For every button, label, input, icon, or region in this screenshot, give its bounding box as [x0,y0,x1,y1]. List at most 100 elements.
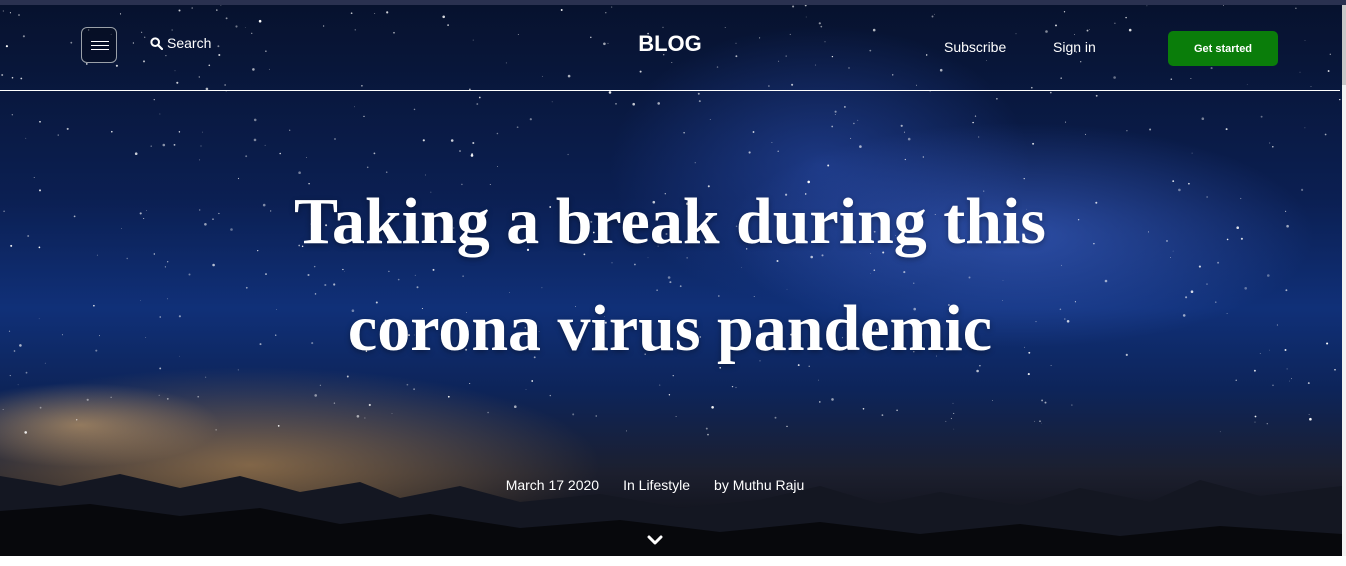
star [363,115,365,118]
star [1324,133,1327,136]
star [39,406,42,409]
star [319,384,321,386]
star [1260,115,1263,118]
star [735,386,737,389]
star [1190,290,1194,294]
star [1217,261,1220,264]
get-started-button[interactable]: Get started [1168,31,1278,66]
star [1126,129,1128,132]
star [1041,399,1044,402]
star [1334,369,1336,371]
star [632,102,635,106]
star [1172,250,1174,252]
star [1286,368,1288,370]
star [834,110,837,113]
scrollbar-track[interactable] [1342,5,1346,556]
star [38,318,40,320]
star [1307,382,1310,385]
star [10,244,13,247]
star [819,401,821,403]
star [459,150,461,152]
star [903,131,906,133]
star [1286,224,1289,228]
star [2,409,4,410]
star [1032,142,1035,145]
star [145,210,147,211]
star [391,413,393,414]
star [44,362,46,364]
scrollbar-thumb[interactable] [1342,5,1346,85]
star [952,402,954,404]
star [516,126,519,129]
star [529,118,532,121]
star [413,388,415,391]
star [992,400,993,401]
star [306,156,307,158]
star [827,164,830,167]
star [1071,404,1073,406]
sign-in-link[interactable]: Sign in [1053,39,1096,55]
star [178,131,181,133]
top-navbar: Search BLOG Subscribe Sign in Get starte… [0,5,1340,91]
star [1178,188,1181,192]
subscribe-link[interactable]: Subscribe [944,39,1006,55]
star [200,145,202,147]
star [57,134,59,136]
star [353,106,355,108]
star [1049,91,1052,94]
star [1201,117,1205,120]
star [478,96,481,99]
star [514,405,517,409]
star [472,141,475,145]
star [1285,210,1287,212]
star [659,384,661,386]
star [972,121,974,124]
star [166,298,168,300]
star [859,145,862,148]
star [683,132,685,134]
star [126,257,128,260]
star [907,137,911,141]
star [197,395,200,398]
star [150,145,152,147]
star [25,137,27,139]
star [447,395,450,398]
star [1291,378,1292,380]
star [1188,182,1190,185]
star [159,367,162,370]
star [99,335,100,337]
star [929,91,931,92]
star [904,158,906,161]
star [476,103,479,105]
star [1065,121,1067,123]
star [73,215,76,218]
star [1272,384,1274,387]
star [173,143,176,146]
star [1206,196,1208,198]
chevron-down-icon[interactable] [647,535,663,547]
star [450,139,454,142]
star [140,300,141,301]
star [368,403,371,407]
star [38,246,41,249]
star [862,408,865,410]
star [33,177,35,178]
star [1149,128,1152,131]
star [1285,289,1288,292]
star [853,122,855,125]
star [111,130,113,133]
star [525,389,527,390]
post-author[interactable]: by Muthu Raju [714,477,804,493]
post-title: Taking a break during this corona virus … [170,168,1170,382]
site-logo[interactable]: BLOG [0,31,1340,57]
star [1272,145,1274,148]
star [1185,296,1188,299]
star [11,114,13,116]
star [657,102,660,105]
star [3,210,5,212]
post-category[interactable]: In Lifestyle [623,477,690,493]
star [896,409,898,412]
star [143,218,145,219]
star [159,316,161,318]
star [8,330,11,332]
